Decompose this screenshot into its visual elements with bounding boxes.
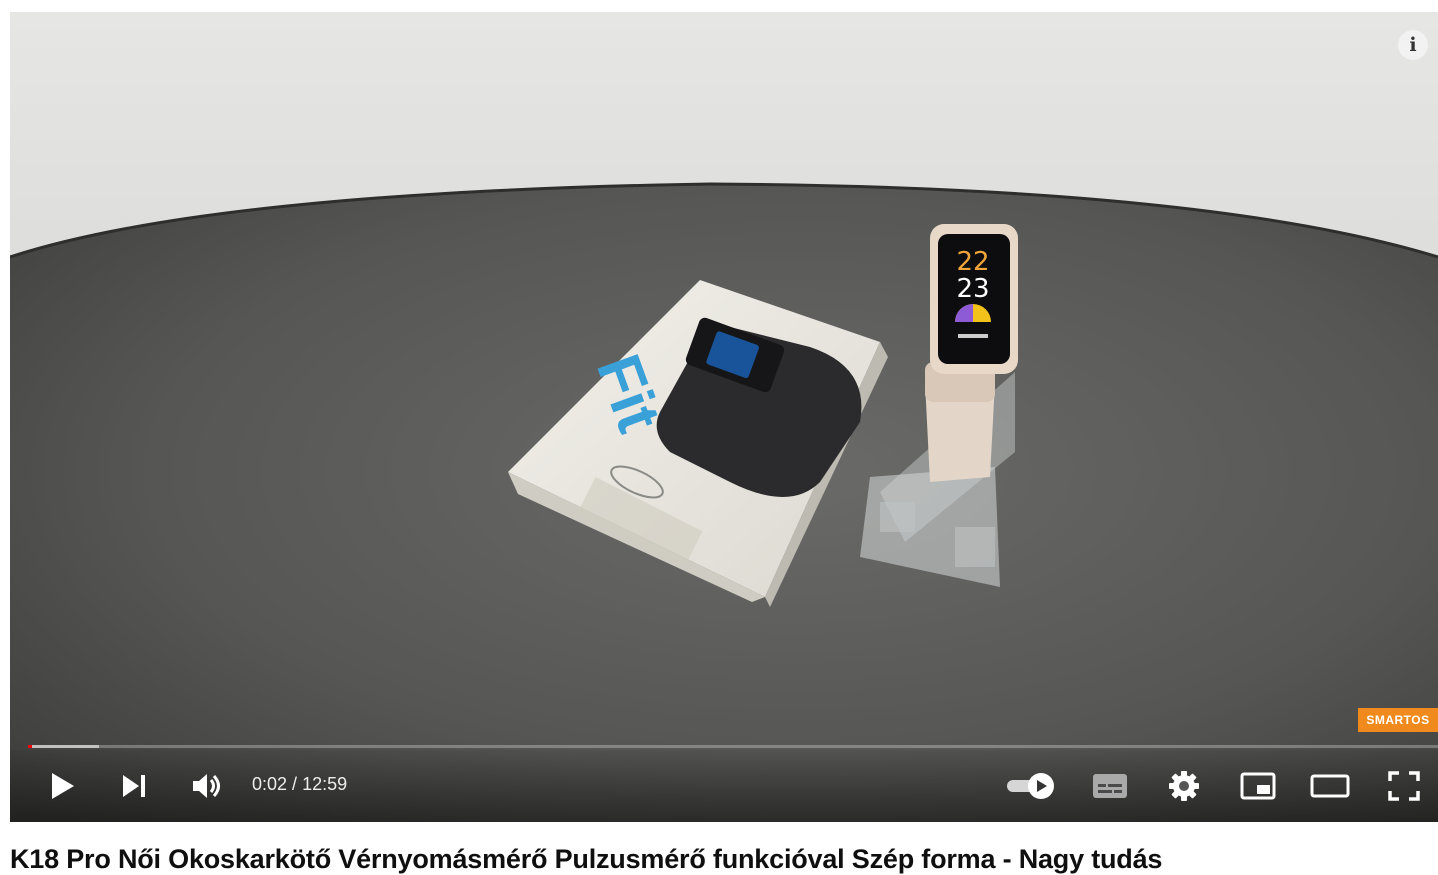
autoplay-toggle[interactable] — [1004, 764, 1060, 808]
gear-icon — [1169, 771, 1199, 801]
fullscreen-button[interactable] — [1382, 764, 1426, 808]
watch-display-minute: 23 — [956, 274, 989, 304]
time-separator: / — [287, 774, 303, 794]
video-frame[interactable]: Fit 22 23 — [10, 12, 1438, 822]
miniplayer-icon — [1240, 772, 1276, 800]
video-title[interactable]: K18 Pro Női Okoskarkötő Vérnyomásmérő Pu… — [10, 844, 1162, 875]
subtitles-button[interactable] — [1088, 764, 1132, 808]
fullscreen-icon — [1388, 771, 1420, 801]
play-button[interactable] — [42, 764, 82, 808]
settings-button[interactable] — [1162, 764, 1206, 808]
play-icon — [52, 773, 74, 799]
subtitles-icon — [1093, 774, 1127, 798]
volume-icon — [193, 774, 220, 798]
time-display: 0:02 / 12:59 — [252, 774, 347, 795]
mute-button[interactable] — [186, 764, 230, 808]
watch-display-hour: 22 — [956, 247, 989, 277]
theater-mode-icon — [1310, 774, 1350, 798]
control-bar: 0:02 / 12:59 — [10, 750, 1438, 822]
video-player[interactable]: Fit 22 23 i SMARTOS 0:02 / 12:59 — [10, 12, 1438, 822]
time-current: 0:02 — [252, 774, 288, 794]
progress-track — [28, 745, 1438, 748]
autoplay-toggle-icon — [1007, 773, 1054, 799]
theater-mode-button[interactable] — [1308, 764, 1352, 808]
time-total: 12:59 — [302, 774, 348, 794]
progress-played — [28, 745, 32, 748]
miniplayer-button[interactable] — [1236, 764, 1280, 808]
progress-buffered — [28, 745, 99, 748]
next-button[interactable] — [114, 764, 154, 808]
next-icon — [123, 775, 145, 797]
channel-watermark: SMARTOS — [1358, 708, 1438, 732]
info-icon[interactable]: i — [1398, 30, 1428, 60]
progress-bar[interactable] — [28, 744, 1438, 749]
